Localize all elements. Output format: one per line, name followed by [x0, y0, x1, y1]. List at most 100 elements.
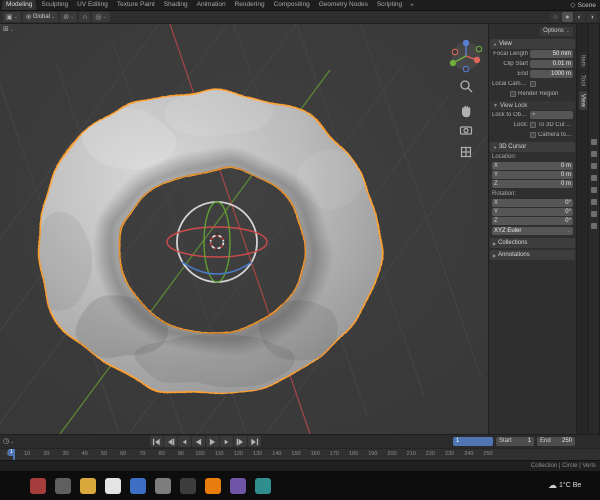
workspace-tab-texture-paint[interactable]: Texture Paint: [113, 0, 159, 10]
focal-length-field[interactable]: 50 mm: [530, 50, 573, 58]
properties-tab-icon[interactable]: [591, 139, 597, 145]
search-icon[interactable]: [55, 477, 71, 494]
cursor-rotation-x-field[interactable]: X 0°: [492, 199, 573, 207]
blender-icon[interactable]: [205, 477, 221, 494]
ruler-tick-220: 220: [425, 451, 435, 457]
camera-to-view-checkbox[interactable]: [530, 132, 536, 138]
material-shading-icon: ◐: [577, 13, 582, 21]
timeline-editor-type-selector[interactable]: ◷ ⌄: [3, 438, 14, 445]
caret-icon: ⌄: [10, 438, 15, 445]
scene-selector[interactable]: ◇ Scene: [570, 2, 598, 9]
options-dropdown[interactable]: Options ⌄: [540, 26, 573, 36]
clip-end-field[interactable]: 1000 m: [530, 70, 573, 78]
clip-start-field[interactable]: 0.01 m: [530, 60, 573, 68]
sidebar-tab-view[interactable]: View: [578, 90, 587, 110]
ruler-tick-120: 120: [233, 451, 243, 457]
cursor-rotation-z-field[interactable]: Z 0°: [492, 217, 573, 225]
sidebar-tab-tool[interactable]: Tool: [578, 71, 587, 89]
rotation-order-dropdown[interactable]: XYZ Euler ⌄: [492, 227, 573, 235]
snap-toggle-button[interactable]: ∩: [79, 12, 91, 22]
cursor-rotation-y-field[interactable]: Y 0°: [492, 208, 573, 216]
properties-tab-icon[interactable]: [591, 223, 597, 229]
mode-selector[interactable]: ▣ ⌄: [3, 12, 21, 22]
collections-section-header[interactable]: ▶ Collections: [490, 238, 575, 248]
add-workspace-button[interactable]: +: [407, 2, 417, 9]
annotations-section-header[interactable]: ▶ Annotations: [490, 250, 575, 260]
app-teal-icon[interactable]: [255, 477, 271, 494]
sidebar-tab-item[interactable]: Item: [578, 52, 587, 70]
shading-solid-button[interactable]: ●: [562, 12, 573, 22]
workspace-tab-scripting[interactable]: Scripting: [373, 0, 406, 10]
next-keyframe-button[interactable]: [234, 436, 247, 447]
properties-tab-icon[interactable]: [591, 211, 597, 217]
lock-to-object-field[interactable]: ⌖: [530, 111, 573, 119]
cloud-icon: ☁: [548, 481, 557, 490]
play-reverse-button[interactable]: [192, 436, 205, 447]
file-explorer-icon[interactable]: [80, 477, 96, 494]
weather-text: Be: [572, 482, 582, 489]
3d-viewport[interactable]: ⊞ ⌄: [0, 24, 488, 434]
ruler-tick-90: 90: [177, 451, 184, 457]
current-frame-field[interactable]: 1: [453, 437, 493, 446]
transform-orientation-dropdown[interactable]: ⊕ Global ⌄: [22, 12, 59, 22]
render-region-checkbox[interactable]: [510, 91, 516, 97]
editor-type-selector[interactable]: ⊞ ⌄: [3, 26, 14, 33]
snap-target-dropdown[interactable]: ⊘ ⌄: [60, 12, 78, 22]
workspace-tab-bar: Modeling Sculpting UV Editing Texture Paint…: [0, 0, 600, 11]
lock-to-3d-cursor-checkbox[interactable]: [530, 122, 536, 128]
play-button[interactable]: [206, 436, 219, 447]
view-lock-subheader[interactable]: ▼ View Lock: [490, 101, 575, 110]
app-purple-icon[interactable]: [230, 477, 246, 494]
properties-tab-icon[interactable]: [591, 163, 597, 169]
jump-end-button[interactable]: [248, 436, 261, 447]
workspace-tab-compositing[interactable]: Compositing: [270, 0, 314, 10]
shading-material-button[interactable]: ◐: [574, 12, 585, 22]
lock-to-object-label: Lock to Object: [492, 112, 528, 118]
app-gray-icon[interactable]: [155, 477, 171, 494]
start-frame-field[interactable]: Start 1: [496, 437, 534, 446]
ruler-tick-80: 80: [158, 451, 165, 457]
prev-keyframe-button[interactable]: [164, 436, 177, 447]
cursor-location-y-field[interactable]: Y0 m: [492, 171, 573, 179]
workspace-tab-shading[interactable]: Shading: [160, 0, 192, 10]
workspace-tab-modeling[interactable]: Modeling: [2, 0, 37, 10]
ruler-tick-210: 210: [406, 451, 416, 457]
properties-tab-icon[interactable]: [591, 187, 597, 193]
pan-hand-icon[interactable]: [462, 105, 471, 118]
ruler-tick-10: 10: [24, 451, 31, 457]
globe-icon: ⊕: [25, 13, 32, 21]
end-frame-field[interactable]: End 250: [537, 437, 575, 446]
pinned-app-red-icon[interactable]: [30, 477, 46, 494]
view-section-header[interactable]: ▼ View: [490, 39, 575, 49]
focal-length-label: Focal Length: [493, 51, 528, 57]
ruler-tick-160: 160: [310, 451, 320, 457]
ruler-tick-240: 240: [464, 451, 474, 457]
properties-tab-icon[interactable]: [591, 175, 597, 181]
prev-frame-button[interactable]: [178, 436, 191, 447]
proportional-editing-dropdown[interactable]: ◎ ⌄: [92, 12, 110, 22]
3d-cursor-section-header[interactable]: ▼ 3D Cursor: [490, 142, 575, 152]
browser-icon[interactable]: [105, 477, 121, 494]
os-taskbar: ☁ 1°C Be: [0, 471, 600, 500]
cursor-location-z-field[interactable]: Z0 m: [492, 180, 573, 188]
jump-start-button[interactable]: [150, 436, 163, 447]
properties-tab-icon[interactable]: [591, 199, 597, 205]
properties-tab-strip: [588, 24, 599, 434]
solid-shading-icon: ●: [565, 13, 570, 21]
app-blue-icon[interactable]: [130, 477, 146, 494]
workspace-tab-uv-editing[interactable]: UV Editing: [73, 0, 112, 10]
shading-wireframe-button[interactable]: ○: [550, 12, 561, 22]
cursor-location-x-field[interactable]: X0 m: [492, 162, 573, 170]
workspace-tab-geometry-nodes[interactable]: Geometry Nodes: [315, 0, 372, 10]
workspace-tab-sculpting[interactable]: Sculpting: [37, 0, 72, 10]
next-frame-button[interactable]: [220, 436, 233, 447]
properties-tab-icon[interactable]: [591, 151, 597, 157]
local-camera-checkbox[interactable]: [530, 81, 536, 87]
app-dark-icon[interactable]: [180, 477, 196, 494]
shading-rendered-button[interactable]: ◑: [586, 12, 597, 22]
workspace-tab-animation[interactable]: Animation: [193, 0, 230, 10]
frame-ruler[interactable]: 0102030405060708090100110120130140150160…: [0, 448, 600, 461]
viewport-canvas[interactable]: [0, 24, 488, 434]
workspace-tab-rendering[interactable]: Rendering: [231, 0, 269, 10]
weather-widget[interactable]: ☁ 1°C Be: [548, 481, 600, 490]
